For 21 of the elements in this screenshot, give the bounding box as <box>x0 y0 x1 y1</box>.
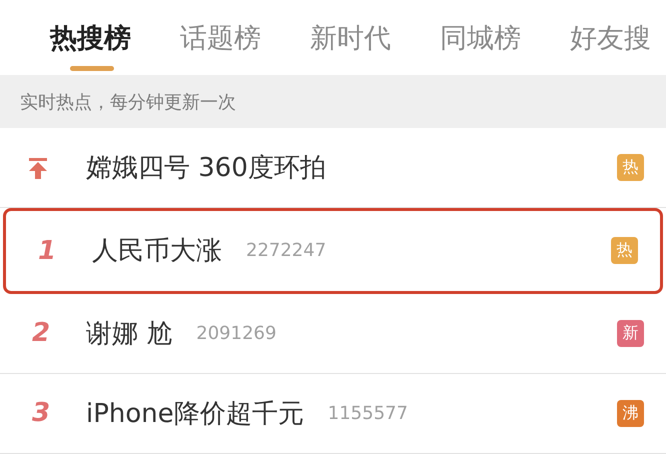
list-row[interactable]: 3 iPhone降价超千元 1155577 沸 <box>0 374 666 454</box>
notice-text: 实时热点，每分钟更新一次 <box>0 75 666 128</box>
search-count: 2091269 <box>196 322 276 344</box>
topic-tag: 沸 <box>617 400 644 427</box>
topic-tag: 热 <box>611 237 638 264</box>
pin-top-icon <box>26 156 50 180</box>
rank-number: 3 <box>32 398 50 428</box>
topic-title[interactable]: 嫦娥四号 360度环拍 <box>86 150 326 186</box>
topic-title[interactable]: 人民币大涨 <box>92 233 222 268</box>
search-count: 2272247 <box>246 240 326 262</box>
rank-number: 1 <box>38 236 56 266</box>
rank-number: 2 <box>32 318 50 348</box>
topic-title[interactable]: 谢娜 尬 <box>86 316 172 351</box>
topic-tag: 热 <box>617 154 644 182</box>
tab[interactable]: 热搜榜 <box>34 0 164 75</box>
topic-tag: 新 <box>617 320 644 347</box>
list-row[interactable]: 嫦娥四号 360度环拍 热 <box>0 128 666 208</box>
highlighted-row[interactable]: 1 人民币大涨 2272247 热 <box>3 208 663 294</box>
list-row[interactable]: 2 谢娜 尬 2091269 新 <box>0 294 666 374</box>
search-count: 1155577 <box>328 402 408 424</box>
topic-title[interactable]: iPhone降价超千元 <box>86 396 304 431</box>
